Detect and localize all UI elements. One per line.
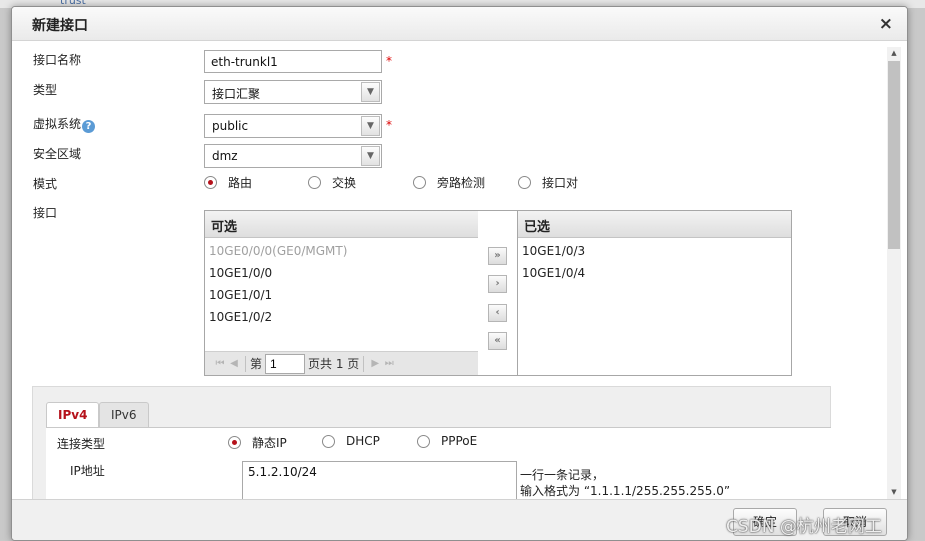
interface-label: 接口 bbox=[33, 206, 58, 220]
selected-list: 已选 10GE1/0/3 10GE1/0/4 bbox=[517, 210, 792, 376]
scroll-down-icon[interactable]: ▼ bbox=[887, 486, 901, 499]
conn-radio-static[interactable]: 静态IP bbox=[228, 434, 287, 451]
ip-hint-line1: 一行一条记录， bbox=[520, 468, 605, 482]
remove-all-button[interactable]: « bbox=[488, 332, 507, 350]
radio-label: 旁路检测 bbox=[437, 176, 486, 190]
add-all-button[interactable]: » bbox=[488, 247, 507, 265]
close-icon[interactable]: × bbox=[879, 14, 893, 34]
type-select-value: 接口汇聚 bbox=[212, 87, 261, 101]
radio-label: 路由 bbox=[228, 176, 253, 190]
radio-label: DHCP bbox=[346, 434, 380, 448]
mode-radio-switch[interactable]: 交换 bbox=[308, 174, 356, 191]
page-prefix: 第 bbox=[250, 357, 263, 371]
list-item[interactable]: 10GE1/0/4 bbox=[518, 262, 791, 284]
dialog-title: 新建接口 bbox=[32, 18, 88, 34]
vsys-label: 虚拟系统? bbox=[33, 115, 96, 133]
radio-label: PPPoE bbox=[441, 434, 478, 448]
scroll-up-icon[interactable]: ▲ bbox=[887, 47, 901, 60]
vsys-label-text: 虚拟系统 bbox=[33, 117, 82, 131]
divider bbox=[363, 355, 365, 372]
type-label: 类型 bbox=[33, 83, 58, 97]
remove-button[interactable]: ‹ bbox=[488, 304, 507, 322]
cancel-button[interactable]: 取消 bbox=[823, 508, 887, 536]
available-header: 可选 bbox=[205, 211, 478, 238]
ip-address-label: IP地址 bbox=[70, 464, 105, 478]
radio-circle[interactable] bbox=[228, 436, 241, 449]
chevron-down-icon[interactable]: ▼ bbox=[361, 82, 380, 102]
ok-button[interactable]: 确定 bbox=[733, 508, 797, 536]
tab-ipv4[interactable]: IPv4 bbox=[46, 402, 100, 428]
pager: ⏮ ◀ 第 页共 1 页 ▶ ⏭ bbox=[205, 351, 478, 375]
conn-type-label: 连接类型 bbox=[57, 437, 106, 451]
dialog-header: 新建接口 × bbox=[12, 7, 907, 41]
radio-circle[interactable] bbox=[204, 176, 217, 189]
ipv4-tab-content: 连接类型 静态IP DHCP PPPoE IP地址 5.1.2.10/24 一行… bbox=[46, 427, 831, 499]
mode-radio-bypass[interactable]: 旁路检测 bbox=[413, 174, 485, 191]
type-select[interactable]: 接口汇聚 ▼ bbox=[204, 80, 382, 104]
list-item: 10GE0/0/0(GE0/MGMT) bbox=[209, 244, 348, 258]
interface-name-input[interactable] bbox=[204, 50, 382, 73]
selected-header: 已选 bbox=[518, 211, 791, 238]
conn-radio-pppoe[interactable]: PPPoE bbox=[417, 434, 477, 448]
ip-hint-line2: 输入格式为 “1.1.1.1/255.255.255.0” bbox=[520, 484, 731, 498]
vsys-select[interactable]: public ▼ bbox=[204, 114, 382, 138]
list-item[interactable]: 10GE1/0/2 bbox=[205, 306, 478, 328]
mode-radio-route[interactable]: 路由 bbox=[204, 174, 252, 191]
required-mark: * bbox=[386, 118, 392, 132]
ip-address-textarea[interactable]: 5.1.2.10/24 bbox=[242, 461, 517, 499]
tab-ipv6[interactable]: IPv6 bbox=[99, 402, 149, 427]
new-interface-dialog: 新建接口 × 接口名称 * 类型 接口汇聚 ▼ 虚拟系统? public ▼ *… bbox=[11, 6, 908, 541]
dialog-body: 接口名称 * 类型 接口汇聚 ▼ 虚拟系统? public ▼ * 安全区域 d… bbox=[12, 42, 907, 499]
chevron-down-icon[interactable]: ▼ bbox=[361, 146, 380, 166]
divider bbox=[245, 355, 246, 372]
vertical-scrollbar[interactable]: ▲ ▼ bbox=[887, 47, 901, 499]
list-item[interactable]: 10GE1/0/1 bbox=[205, 284, 478, 306]
radio-label: 静态IP bbox=[252, 436, 287, 450]
radio-circle[interactable] bbox=[413, 176, 426, 189]
radio-label: 接口对 bbox=[542, 176, 579, 190]
list-item[interactable]: 10GE1/0/3 bbox=[518, 240, 791, 262]
ip-config-panel: IPv4 IPv6 连接类型 静态IP DHCP PPPoE IP地址 5.1.… bbox=[32, 386, 831, 499]
prev-page-icon[interactable]: ◀ bbox=[227, 358, 241, 369]
radio-circle[interactable] bbox=[417, 434, 430, 448]
first-page-icon[interactable]: ⏮ bbox=[213, 358, 227, 369]
interface-name-label: 接口名称 bbox=[33, 53, 82, 67]
dialog-footer: 确定 取消 bbox=[12, 499, 907, 540]
chevron-down-icon[interactable]: ▼ bbox=[361, 116, 380, 136]
mode-label: 模式 bbox=[33, 177, 58, 191]
scroll-thumb[interactable] bbox=[888, 61, 900, 249]
next-page-icon[interactable]: ▶ bbox=[368, 358, 382, 369]
page-number-input[interactable] bbox=[265, 353, 306, 374]
question-circle-icon[interactable]: ? bbox=[82, 120, 96, 133]
list-item[interactable]: 10GE1/0/0 bbox=[205, 262, 478, 284]
transfer-buttons: » › ‹ « bbox=[478, 210, 518, 376]
available-items: 10GE0/0/0(GE0/MGMT) 10GE1/0/0 10GE1/0/1 … bbox=[205, 238, 478, 328]
radio-circle[interactable] bbox=[518, 176, 531, 189]
radio-label: 交换 bbox=[332, 176, 357, 190]
zone-select-value: dmz bbox=[212, 149, 238, 163]
radio-circle[interactable] bbox=[308, 176, 321, 189]
add-button[interactable]: › bbox=[488, 275, 507, 293]
required-mark: * bbox=[386, 54, 392, 68]
zone-label: 安全区域 bbox=[33, 147, 82, 161]
radio-circle[interactable] bbox=[322, 434, 335, 448]
selected-items: 10GE1/0/3 10GE1/0/4 bbox=[518, 238, 791, 284]
zone-select[interactable]: dmz ▼ bbox=[204, 144, 382, 168]
vsys-select-value: public bbox=[212, 119, 249, 133]
mode-radio-pair[interactable]: 接口对 bbox=[518, 174, 578, 191]
conn-radio-dhcp[interactable]: DHCP bbox=[322, 434, 380, 448]
page-total: 页共 1 页 bbox=[308, 357, 360, 371]
last-page-icon[interactable]: ⏭ bbox=[382, 358, 396, 369]
available-list: 可选 10GE0/0/0(GE0/MGMT) 10GE1/0/0 10GE1/0… bbox=[204, 210, 479, 376]
